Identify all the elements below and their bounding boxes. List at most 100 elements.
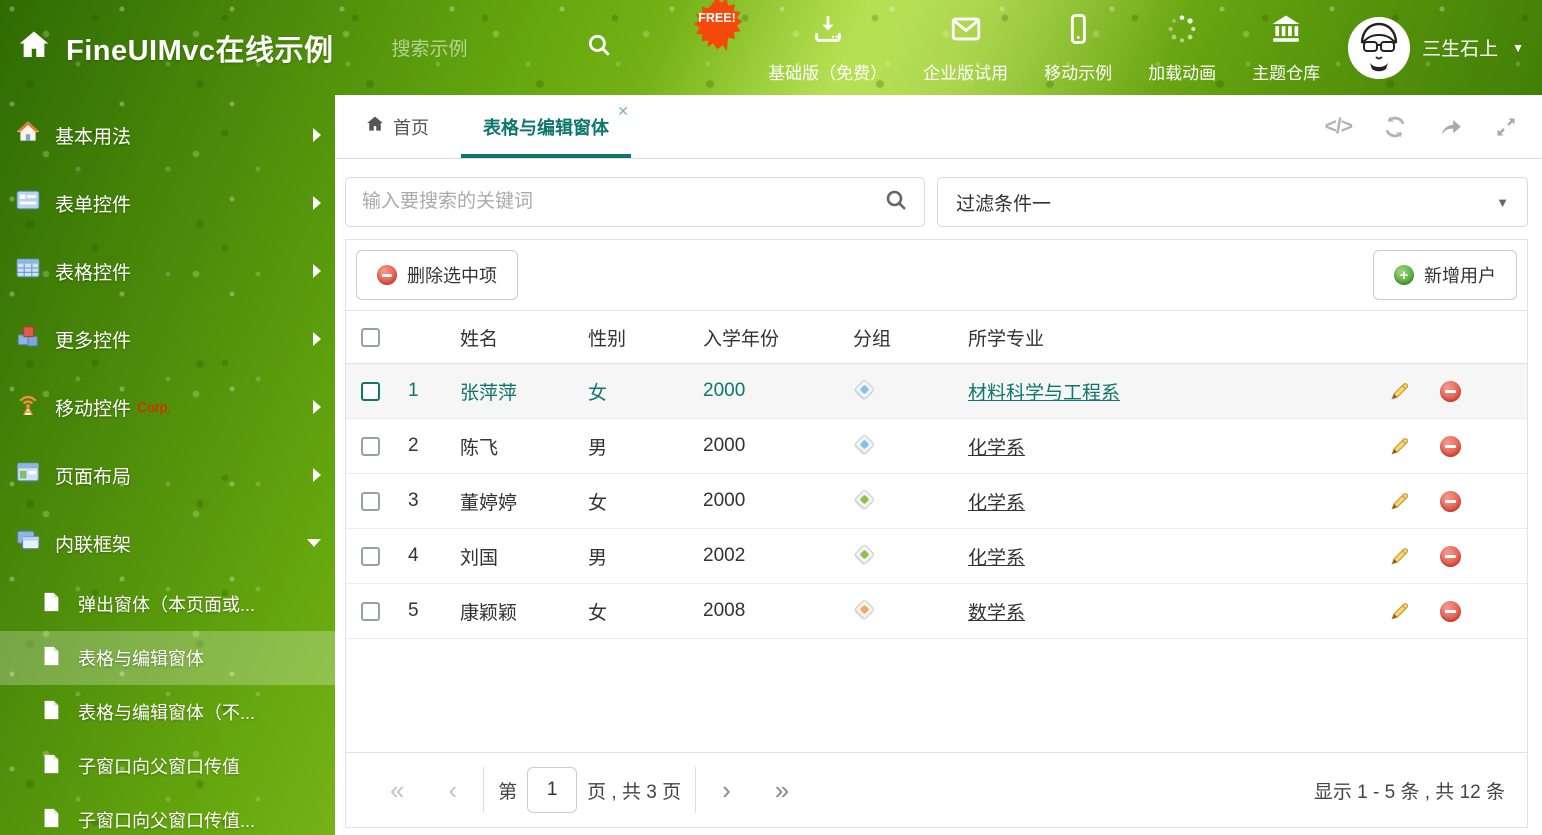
source-code-icon[interactable]: </> [1325, 115, 1352, 139]
row-checkbox[interactable] [361, 382, 380, 401]
sidebar-item-more-controls[interactable]: 更多控件 [0, 305, 335, 373]
delete-row-icon[interactable] [1440, 546, 1461, 567]
chevron-right-icon [313, 128, 321, 142]
cell-year: 2008 [703, 584, 853, 639]
sidebar-item-iframe[interactable]: 内联框架 [0, 509, 335, 577]
delete-selected-button[interactable]: 删除选中项 [356, 250, 518, 300]
table-row[interactable]: 2 陈飞 男 2000 化学系 [346, 419, 1527, 474]
sidebar-child-child-to-parent[interactable]: 子窗口向父窗口传值 [0, 739, 335, 793]
chevron-right-icon [313, 264, 321, 278]
prev-page-button[interactable]: ‹ [426, 777, 479, 803]
close-icon[interactable]: ✕ [617, 103, 629, 120]
major-link[interactable]: 材料科学与工程系 [968, 383, 1120, 404]
table-row[interactable]: 1 张萍萍 女 2000 材料科学与工程系 [346, 364, 1527, 419]
sidebar-child-grid-edit-window[interactable]: 表格与编辑窗体 [0, 631, 335, 685]
svg-text:FREE!: FREE! [698, 11, 736, 25]
table-row[interactable]: 5 康颖颖 女 2008 数学系 [346, 584, 1527, 639]
share-icon[interactable] [1438, 114, 1464, 140]
next-page-button[interactable]: › [700, 777, 753, 803]
filter-dropdown[interactable]: 过滤条件一 ▼ [937, 177, 1528, 227]
delete-row-icon[interactable] [1440, 491, 1461, 512]
tab-grid-edit-window[interactable]: 表格与编辑窗体 ✕ [461, 95, 631, 158]
user-menu[interactable]: 三生石上 ▼ [1348, 17, 1524, 79]
table-row[interactable]: 4 刘国 男 2002 化学系 [346, 529, 1527, 584]
sidebar: 基本用法 表单控件 表格控件 更多控件 移动控件 Corp. 页面布局 [0, 95, 335, 835]
home-icon [15, 119, 41, 151]
filter-dropdown-value: 过滤条件一 [956, 189, 1051, 216]
major-link[interactable]: 化学系 [968, 493, 1025, 514]
cell-gender: 男 [588, 419, 703, 474]
page-prefix: 第 [498, 777, 517, 804]
search-icon[interactable] [884, 188, 908, 217]
sidebar-child-grid-edit-window-2[interactable]: 表格与编辑窗体（不... [0, 685, 335, 739]
first-page-button[interactable]: « [368, 777, 426, 803]
sidebar-item-form-controls[interactable]: 表单控件 [0, 169, 335, 237]
cell-gender: 女 [588, 584, 703, 639]
tag-icon [853, 379, 875, 401]
nav-item-theme-store[interactable]: 主题仓库 [1252, 12, 1320, 84]
plus-circle-icon: + [1394, 265, 1414, 285]
grid-toolbar: 删除选中项 + 新增用户 [346, 240, 1527, 310]
row-number: 2 [408, 419, 460, 474]
add-user-button[interactable]: + 新增用户 [1373, 250, 1517, 300]
header-nav: 基础版（免费） 企业版试用 移动示例 加载动画 主题仓库 [768, 12, 1320, 84]
sidebar-child-child-to-parent-2[interactable]: 子窗口向父窗口传值... [0, 793, 335, 835]
filter-row: 过滤条件一 ▼ [345, 177, 1528, 227]
chevron-down-icon: ▼ [1512, 41, 1524, 55]
expand-icon[interactable] [1494, 115, 1518, 139]
sidebar-item-grid-controls[interactable]: 表格控件 [0, 237, 335, 305]
edit-pencil-icon[interactable] [1388, 490, 1411, 513]
home-icon [365, 114, 385, 139]
refresh-icon[interactable] [1382, 114, 1408, 140]
nav-item-enterprise-trial[interactable]: 企业版试用 [923, 12, 1008, 84]
download-icon [811, 12, 845, 51]
table-empty-space [346, 639, 1527, 752]
sidebar-item-page-layout[interactable]: 页面布局 [0, 441, 335, 509]
chevron-down-icon [307, 539, 321, 547]
search-icon[interactable] [586, 32, 612, 63]
delete-row-icon[interactable] [1440, 601, 1461, 622]
edit-pencil-icon[interactable] [1388, 435, 1411, 458]
sidebar-item-mobile-controls[interactable]: 移动控件 Corp. [0, 373, 335, 441]
app-logo[interactable]: FineUIMvc在线示例 [16, 27, 334, 69]
row-checkbox[interactable] [361, 492, 380, 511]
main-content: 首页 表格与编辑窗体 ✕ </> [335, 95, 1542, 835]
major-link[interactable]: 化学系 [968, 548, 1025, 569]
edit-pencil-icon[interactable] [1388, 545, 1411, 568]
page-number-input[interactable] [527, 767, 577, 813]
nav-item-loading-animations[interactable]: 加载动画 [1148, 12, 1216, 84]
sidebar-child-popup-window[interactable]: 弹出窗体（本页面或... [0, 577, 335, 631]
select-all-checkbox[interactable] [361, 328, 380, 347]
edit-pencil-icon[interactable] [1388, 600, 1411, 623]
keyword-search-input[interactable] [362, 191, 884, 213]
major-link[interactable]: 化学系 [968, 438, 1025, 459]
tag-icon [853, 599, 875, 621]
tab-home[interactable]: 首页 [359, 95, 435, 158]
file-icon [40, 699, 62, 726]
table-row[interactable]: 3 董婷婷 女 2000 化学系 [346, 474, 1527, 529]
delete-row-icon[interactable] [1440, 381, 1461, 402]
major-link[interactable]: 数学系 [968, 603, 1025, 624]
header-search[interactable]: 搜索示例 [392, 32, 612, 63]
user-name: 三生石上 [1422, 34, 1498, 61]
nav-item-basic-edition[interactable]: 基础版（免费） [768, 12, 887, 84]
app-header: FineUIMvc在线示例 搜索示例 FREE! 基础版（免费） 企业版试用 [0, 0, 1542, 95]
row-checkbox[interactable] [361, 437, 380, 456]
keyword-search-box[interactable] [345, 177, 925, 227]
row-checkbox[interactable] [361, 547, 380, 566]
row-checkbox[interactable] [361, 602, 380, 621]
table-icon [15, 255, 41, 287]
spinner-icon [1165, 12, 1199, 51]
cell-name: 陈飞 [460, 419, 588, 474]
delete-row-icon[interactable] [1440, 436, 1461, 457]
nav-item-mobile-demo[interactable]: 移动示例 [1044, 12, 1112, 84]
cell-name: 刘国 [460, 529, 588, 584]
edit-pencil-icon[interactable] [1388, 380, 1411, 403]
cell-name: 康颖颖 [460, 584, 588, 639]
column-rownum [408, 311, 460, 364]
chevron-down-icon: ▼ [1496, 195, 1509, 210]
last-page-button[interactable]: » [753, 777, 811, 803]
sidebar-item-basic-usage[interactable]: 基本用法 [0, 101, 335, 169]
tab-bar: 首页 表格与编辑窗体 ✕ </> [335, 95, 1542, 159]
frames-icon [15, 527, 41, 559]
